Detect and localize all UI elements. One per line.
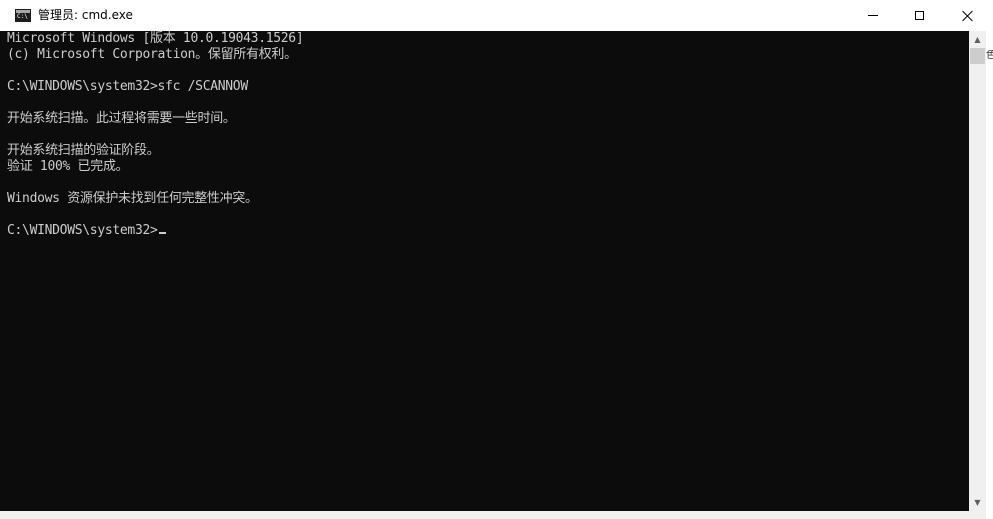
background-window-text: 色 — [986, 50, 993, 61]
console-line: C:\WINDOWS\system32>sfc /SCANNOW — [7, 79, 248, 94]
minimize-icon — [868, 15, 878, 16]
vertical-scrollbar[interactable]: ▲ ▼ — [969, 31, 986, 511]
console-output[interactable]: Microsoft Windows [版本 10.0.19043.1526] (… — [0, 31, 969, 511]
maximize-icon — [914, 11, 924, 20]
scroll-thumb[interactable] — [970, 48, 985, 64]
title-bar[interactable]: C:\ 管理员: cmd.exe — [0, 0, 993, 31]
scroll-down-button[interactable]: ▼ — [969, 494, 986, 511]
close-icon — [962, 10, 974, 22]
window-bottom-border — [0, 511, 986, 519]
background-window-edge — [986, 31, 993, 519]
maximize-button[interactable] — [896, 0, 942, 31]
console-line: 开始系统扫描。此过程将需要一些时间。 — [7, 111, 236, 126]
text-cursor — [158, 232, 166, 234]
close-button[interactable] — [942, 0, 993, 31]
window-title: 管理员: cmd.exe — [38, 8, 133, 22]
cmd-window: C:\ 管理员: cmd.exe Microsoft Windows [版本 1… — [0, 0, 993, 519]
console-app-icon[interactable]: C:\ — [15, 9, 31, 22]
console-line: 开始系统扫描的验证阶段。 — [7, 143, 160, 158]
console-line: (c) Microsoft Corporation。保留所有权利。 — [7, 47, 297, 62]
icon-label: C:\ — [17, 13, 28, 20]
chevron-up-icon: ▲ — [974, 35, 981, 44]
scroll-up-button[interactable]: ▲ — [969, 31, 986, 48]
prompt-line[interactable]: C:\WINDOWS\system32> — [7, 223, 969, 239]
minimize-button[interactable] — [850, 0, 896, 31]
console-line: Windows 资源保护未找到任何完整性冲突。 — [7, 191, 258, 206]
console-line: 验证 100% 已完成。 — [7, 159, 129, 174]
chevron-down-icon: ▼ — [974, 498, 981, 507]
console-line: Microsoft Windows [版本 10.0.19043.1526] — [7, 31, 304, 46]
prompt-text: C:\WINDOWS\system32> — [7, 223, 158, 238]
